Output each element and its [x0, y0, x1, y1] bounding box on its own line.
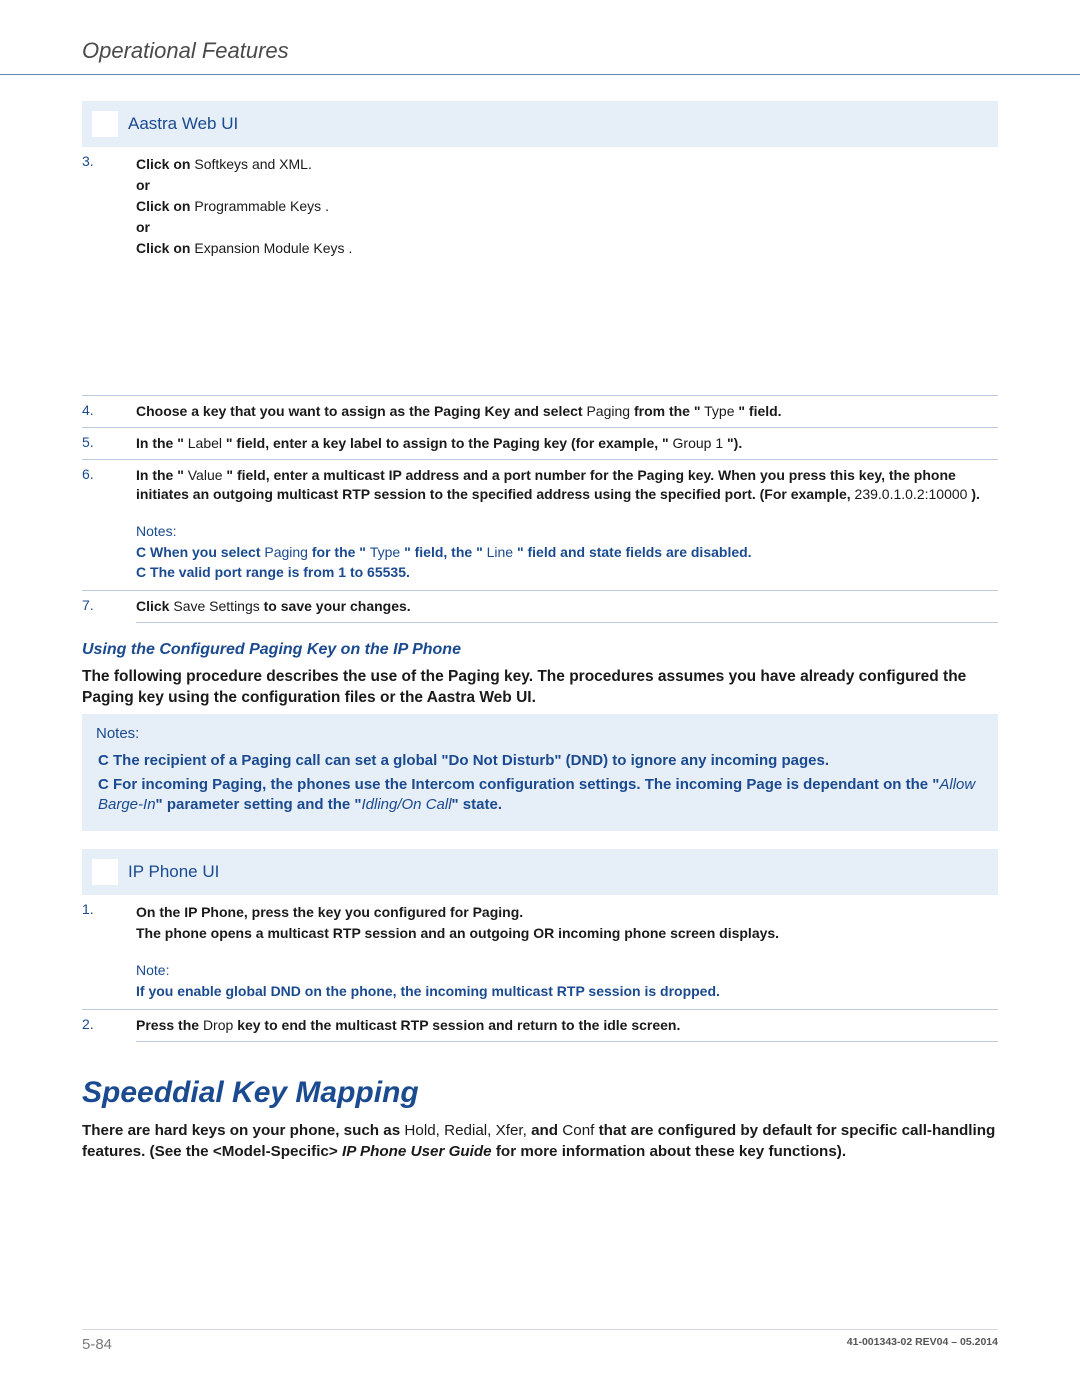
doc-revision: 41-001343-02 REV04 – 05.2014 — [847, 1336, 998, 1353]
t: "). — [727, 435, 742, 451]
t: Type — [370, 544, 400, 560]
step-text: Press the Drop key to end the multicast … — [136, 1009, 998, 1041]
click-on: Click on — [136, 240, 190, 256]
t: Click — [136, 598, 173, 614]
t: Paging — [586, 403, 630, 419]
t: and — [531, 1122, 562, 1139]
step-number: 7. — [82, 590, 136, 622]
speeddial-heading: Speeddial Key Mapping — [82, 1076, 998, 1110]
ipphone-title: IP Phone UI — [128, 856, 219, 888]
header-title: Operational Features — [82, 38, 289, 63]
bullet-mark: C — [136, 564, 146, 580]
t: " parameter setting and the " — [156, 796, 362, 813]
notes-label: Notes: — [136, 522, 998, 541]
or-label: or — [136, 176, 998, 195]
ipphone-steps-table: 1. On the IP Phone, press the key you co… — [82, 895, 998, 1041]
page-header: Operational Features — [0, 0, 1080, 75]
page-number: 5-84 — [82, 1336, 112, 1353]
t: There are hard keys on your phone, such … — [82, 1122, 404, 1139]
t: In the " — [136, 467, 184, 483]
step-number: 2. — [82, 1009, 136, 1041]
click-on: Click on — [136, 156, 190, 172]
webui-bar: Aastra Web UI — [82, 101, 998, 147]
t: The valid port range is from 1 to 65535. — [150, 564, 410, 580]
step-number: 4. — [82, 396, 136, 428]
t: " field and state fields are disabled. — [517, 544, 752, 560]
webui-steps-table: 3. Click on Softkeys and XML. or Click o… — [82, 147, 998, 623]
t: Press the — [136, 1017, 203, 1033]
t: IP Phone User Guide — [342, 1143, 492, 1160]
t: ). — [971, 486, 980, 502]
note-item: C The valid port range is from 1 to 6553… — [136, 563, 998, 582]
t: On the IP Phone, press the key you confi… — [136, 903, 998, 922]
t: " field, enter a key label to assign to … — [226, 435, 669, 451]
speeddial-paragraph: There are hard keys on your phone, such … — [82, 1120, 998, 1163]
t: When you select — [150, 544, 264, 560]
t: Drop — [203, 1017, 233, 1033]
spacer — [136, 259, 998, 389]
t: for the " — [312, 544, 366, 560]
content-area: Aastra Web UI 3. Click on Softkeys and X… — [0, 75, 1080, 1162]
click-on: Click on — [136, 198, 190, 214]
t: The phone opens a multicast RTP session … — [136, 924, 998, 943]
step-number: 3. — [82, 147, 136, 396]
step-number: 5. — [82, 428, 136, 460]
step-text: In the " Label " field, enter a key labe… — [136, 428, 998, 460]
t: Idling/On Call — [361, 796, 451, 813]
webui-icon — [92, 111, 118, 137]
t: Type — [704, 403, 734, 419]
t: " field, enter a multicast IP address an… — [136, 467, 956, 502]
t: Value — [188, 467, 223, 483]
t: Paging — [264, 544, 308, 560]
step-number: 6. — [82, 460, 136, 590]
step-text: Choose a key that you want to assign as … — [136, 396, 998, 428]
ipphone-bar: IP Phone UI — [82, 849, 998, 895]
page-footer: 5-84 41-001343-02 REV04 – 05.2014 — [82, 1329, 998, 1353]
t: Conf — [562, 1122, 594, 1139]
softkeys-xml: Softkeys and XML. — [190, 156, 311, 172]
note-item: If you enable global DND on the phone, t… — [136, 982, 998, 1001]
t: from the " — [634, 403, 701, 419]
ipphone-icon — [92, 859, 118, 885]
intro-paragraph: The following procedure describes the us… — [82, 667, 998, 709]
or-label: or — [136, 218, 998, 237]
t: Line — [487, 544, 513, 560]
t: for more information about these key fun… — [496, 1143, 846, 1160]
t: key to end the multicast RTP session and… — [237, 1017, 680, 1033]
note-label: Note: — [136, 961, 998, 980]
note-item: C For incoming Paging, the phones use th… — [98, 775, 984, 816]
webui-title: Aastra Web UI — [128, 108, 238, 140]
t: 239.0.1.0.2:10000 — [855, 486, 968, 502]
t: Save Settings — [173, 598, 259, 614]
inline-notes: Notes: C When you select Paging for the … — [136, 522, 998, 582]
step-number: 1. — [82, 895, 136, 1009]
t: Group 1 — [673, 435, 724, 451]
t: In the " — [136, 435, 184, 451]
t: Hold, Redial, Xfer, — [404, 1122, 526, 1139]
t: Label — [188, 435, 222, 451]
step-text: On the IP Phone, press the key you confi… — [136, 895, 998, 1009]
step-text: Click on Softkeys and XML. or Click on P… — [136, 147, 998, 396]
note-item: C When you select Paging for the " Type … — [136, 543, 998, 562]
t: For incoming Paging, the phones use the … — [109, 776, 940, 793]
t: Choose a key that you want to assign as … — [136, 403, 586, 419]
t: The recipient of a Paging call can set a… — [109, 752, 829, 769]
t: " field. — [738, 403, 781, 419]
notes-box: Notes: C The recipient of a Paging call … — [82, 714, 998, 831]
programmable-keys: Programmable Keys . — [190, 198, 329, 214]
t: " field, the " — [404, 544, 483, 560]
t: " state. — [452, 796, 502, 813]
t: to save your changes. — [264, 598, 411, 614]
bullet-mark: C — [98, 776, 109, 793]
bullet-mark: C — [98, 752, 109, 769]
using-paging-key-title: Using the Configured Paging Key on the I… — [82, 641, 998, 659]
step-text: In the " Value " field, enter a multicas… — [136, 460, 998, 590]
bullet-mark: C — [136, 544, 146, 560]
notes-label: Notes: — [96, 724, 984, 744]
step-text: Click Save Settings to save your changes… — [136, 590, 998, 622]
expansion-keys: Expansion Module Keys . — [190, 240, 352, 256]
note-item: C The recipient of a Paging call can set… — [98, 751, 984, 771]
inline-note: Note: If you enable global DND on the ph… — [136, 961, 998, 1001]
